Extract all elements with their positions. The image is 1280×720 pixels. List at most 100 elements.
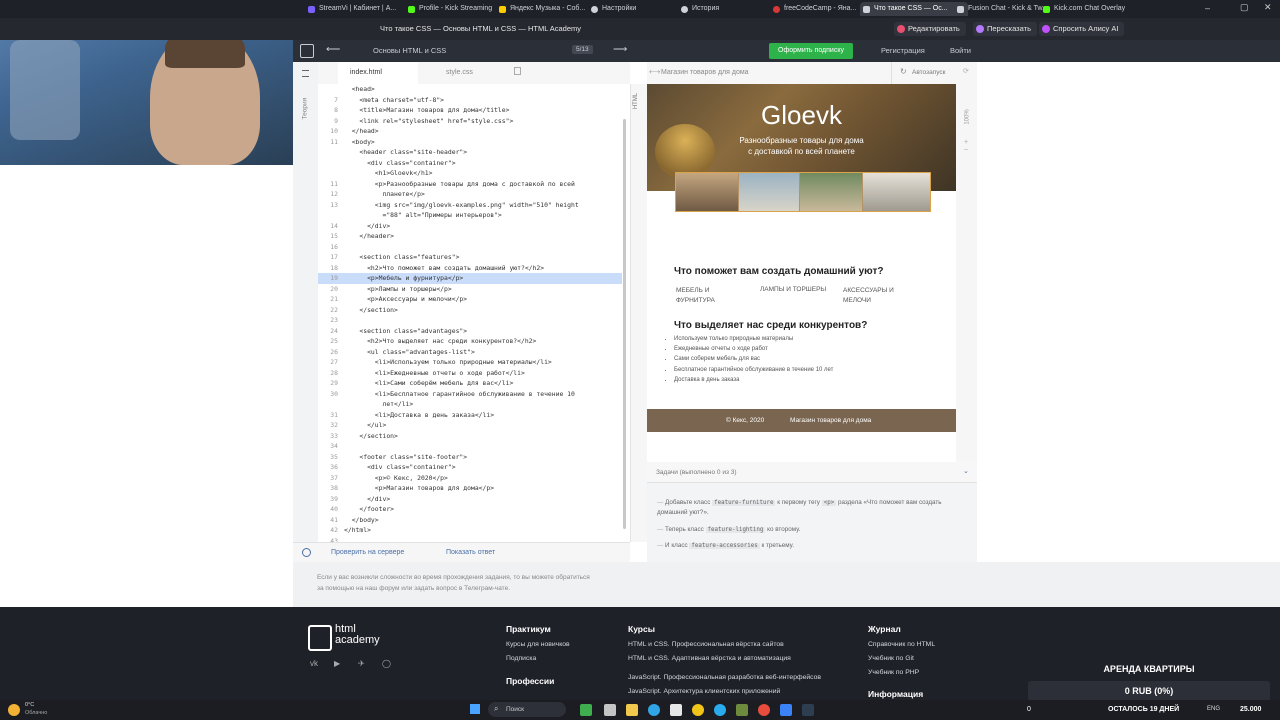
code-line[interactable]: 7 <meta charset="utf-8"> [318, 95, 444, 106]
code-line[interactable]: лет</li> [318, 399, 413, 410]
code-line[interactable]: 22 </section> [318, 305, 398, 316]
tasks-header[interactable]: Задачи (выполнено 0 из 3) ⌄ [647, 462, 977, 483]
code-line[interactable]: 11 <p>Разнообразные товары для дома с до… [318, 179, 575, 190]
zoom-out-icon[interactable]: – [964, 146, 968, 153]
browser-tab[interactable]: Kick.com Chat Overlay [1040, 2, 1144, 16]
ask-alice-button[interactable]: Спросить Алису AI [1039, 22, 1125, 36]
code-line[interactable]: 8 <title>Магазин товаров для дома</title… [318, 105, 509, 116]
back-arrow[interactable]: ⟵ [326, 44, 340, 55]
code-line[interactable]: 27 <li>Используем только природные матер… [318, 357, 551, 368]
code-line[interactable]: 34 [318, 441, 344, 452]
code-line[interactable]: 15 </header> [318, 231, 394, 242]
code-line[interactable]: 38 <p>Магазин товаров для дома</p> [318, 483, 494, 494]
check-on-server-button[interactable]: Проверить на сервере [331, 549, 404, 556]
chevron-down-icon[interactable]: ⌄ [963, 467, 969, 475]
code-line[interactable]: 9 <link rel="stylesheet" href="style.css… [318, 116, 513, 127]
tab-index-html[interactable]: index.html [338, 62, 418, 86]
footer-link[interactable]: HTML и CSS. Адаптивная вёрстка и автомат… [628, 655, 791, 662]
code-line[interactable]: ="88" alt="Примеры интерьеров"> [318, 210, 501, 221]
code-line[interactable]: 10 </head> [318, 126, 378, 137]
code-line[interactable]: 23 [318, 315, 344, 326]
edit-button[interactable]: Редактировать [894, 22, 966, 36]
app-icon[interactable] [580, 704, 592, 716]
zoom-level[interactable]: 100% [965, 109, 971, 124]
code-line[interactable]: 21 <p>Аксессуары и мелочи</p> [318, 294, 467, 305]
code-line[interactable]: <header class="site-header"> [318, 147, 467, 158]
steam-icon[interactable] [802, 704, 814, 716]
code-line[interactable]: 16 [318, 242, 344, 253]
code-line[interactable]: 32 </ul> [318, 420, 386, 431]
taskbar-search[interactable]: ⌕ Поиск [488, 702, 566, 717]
code-line[interactable]: <head> [318, 84, 375, 95]
code-line[interactable]: 13 <img src="img/gloevk-examples.png" wi… [318, 200, 578, 211]
zoom-in-icon[interactable]: + [964, 139, 968, 146]
code-line[interactable]: 26 <ul class="advantages-list"> [318, 347, 475, 358]
show-answer-button[interactable]: Показать ответ [446, 549, 495, 556]
retell-button[interactable]: Пересказать [973, 22, 1037, 36]
chat-icon[interactable]: ◯ [382, 659, 391, 668]
footer-link[interactable]: HTML и CSS. Профессиональная вёрстка сай… [628, 641, 784, 648]
code-line[interactable]: 25 <h2>Что выделяет нас среди конкуренто… [318, 336, 536, 347]
subscribe-button[interactable]: Оформить подписку [769, 43, 853, 59]
refresh-icon[interactable]: ⟳ [963, 67, 969, 75]
code-line[interactable]: 37 <p>© Кекс, 2020</p> [318, 473, 448, 484]
forward-arrow[interactable]: ⟶ [613, 44, 627, 55]
code-line[interactable]: 20 <p>Лампы и торшеры</p> [318, 284, 451, 295]
browser-tab[interactable]: freeCodeCamp - Яна... [770, 2, 869, 16]
browser-tab[interactable]: История [678, 2, 772, 16]
code-line[interactable]: <h1>Gloevk</h1> [318, 168, 433, 179]
code-line[interactable]: <div class="container"> [318, 158, 456, 169]
code-line[interactable]: 40 </footer> [318, 504, 394, 515]
code-line[interactable]: 39 </div> [318, 494, 390, 505]
academy-logo-icon[interactable] [308, 625, 332, 651]
telegram-icon[interactable]: ✈ [358, 659, 365, 668]
minimize-icon[interactable]: – [1205, 3, 1210, 13]
app-icon[interactable] [758, 704, 770, 716]
editor-scrollbar[interactable] [623, 119, 626, 529]
code-line[interactable]: 33 </section> [318, 431, 398, 442]
code-line[interactable]: 12 планете</p> [318, 189, 425, 200]
menu-icon[interactable] [302, 70, 309, 77]
edge-icon[interactable] [648, 704, 660, 716]
app-icon[interactable] [670, 704, 682, 716]
browser-tab[interactable]: Настройки [588, 2, 682, 16]
browser-tab[interactable]: StreamVi | Кабинет | А... [305, 2, 414, 16]
footer-link[interactable]: Справочник по HTML [868, 641, 935, 648]
code-line[interactable]: 36 <div class="container"> [318, 462, 455, 473]
help-text-2[interactable]: за помощью на наш форум или задать вопро… [317, 585, 510, 592]
autorun-toggle[interactable]: Автозапуск [912, 69, 945, 76]
code-line[interactable]: 14 </div> [318, 221, 390, 232]
folder-icon[interactable] [626, 704, 638, 716]
close-icon[interactable]: ✕ [1264, 2, 1272, 13]
code-line[interactable]: 17 <section class="features"> [318, 252, 459, 263]
academy-logo-icon[interactable] [300, 44, 314, 58]
code-line[interactable]: 24 <section class="advantages"> [318, 326, 467, 337]
code-line[interactable]: 42 </html> [318, 525, 371, 536]
app-icon[interactable] [736, 704, 748, 716]
register-link[interactable]: Регистрация [881, 46, 925, 55]
login-link[interactable]: Войти [950, 46, 971, 55]
app-icon[interactable] [780, 704, 792, 716]
windows-start-icon[interactable] [470, 704, 480, 714]
footer-link[interactable]: Учебник по Git [868, 655, 914, 662]
browser-tab[interactable]: Fusion Chat - Kick & Tw... [954, 2, 1050, 16]
telegram-icon[interactable] [714, 704, 726, 716]
code-line[interactable]: 19 <p>Мебель и фурнитура</p> [318, 273, 622, 284]
theory-tab[interactable]: Теория [302, 98, 309, 120]
code-line[interactable]: 11 <body> [318, 137, 374, 148]
footer-link[interactable]: Подписка [506, 655, 536, 662]
language-indicator[interactable]: ENG [1207, 706, 1220, 712]
code-line[interactable]: 41 </body> [318, 515, 378, 526]
code-line[interactable]: 28 <li>Ежедневные отчеты о ходе работ</l… [318, 368, 525, 379]
yandex-browser-icon[interactable] [692, 704, 704, 716]
app-icon[interactable] [604, 704, 616, 716]
browser-tab[interactable]: Яндекс Музыка - Соб... [496, 2, 600, 16]
maximize-icon[interactable]: ▢ [1240, 2, 1249, 13]
browser-tab-active[interactable]: Что такое CSS — Ос... [860, 2, 968, 16]
vk-icon[interactable]: vk [310, 659, 318, 668]
html-vertical-tab[interactable]: HTML [630, 84, 648, 542]
code-line[interactable]: 35 <footer class="site-footer"> [318, 452, 467, 463]
tab-style-css[interactable]: style.css [438, 62, 528, 84]
footer-link[interactable]: Курсы для новичков [506, 641, 570, 648]
youtube-icon[interactable]: ▶ [334, 659, 340, 668]
